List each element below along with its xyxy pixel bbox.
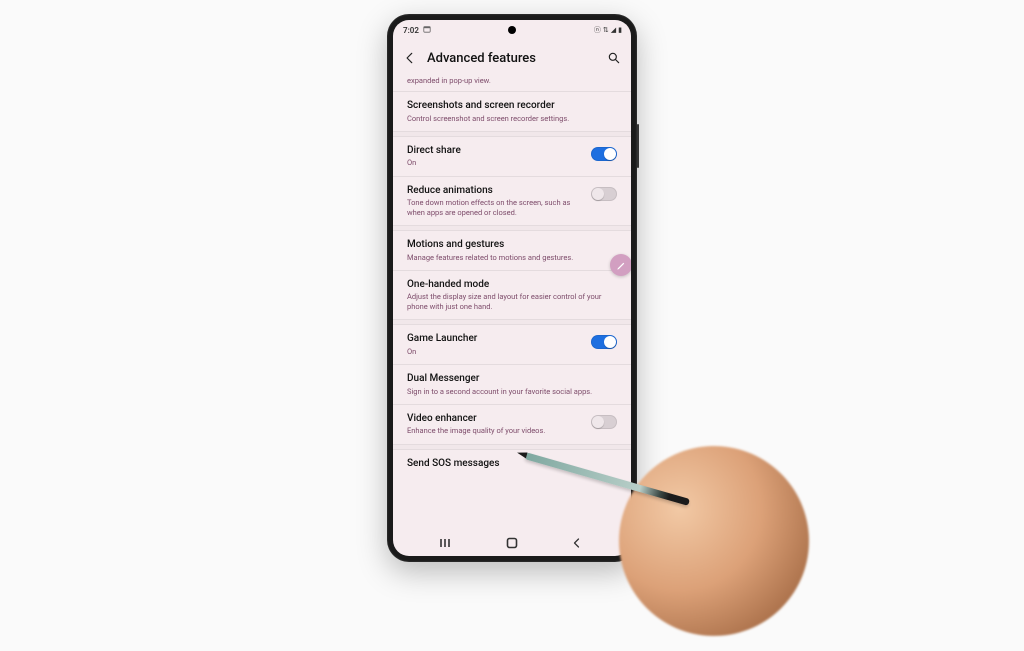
edge-fab[interactable] xyxy=(610,254,631,276)
row-title: Reduce animations xyxy=(407,185,583,198)
nfc-icon: ⓝ xyxy=(594,25,600,35)
toggle-direct-share[interactable] xyxy=(591,147,617,161)
toggle-game-launcher[interactable] xyxy=(591,335,617,349)
pencil-icon xyxy=(616,260,627,271)
nav-back[interactable] xyxy=(569,537,585,549)
page-title: Advanced features xyxy=(427,51,597,66)
status-icons: ⓝ ⇅ ◢ ▮ xyxy=(594,25,621,35)
search-button[interactable] xyxy=(607,51,621,65)
nav-recents[interactable] xyxy=(439,538,455,548)
clock: 7:02 xyxy=(403,26,419,35)
row-title: Motions and gestures xyxy=(407,239,617,252)
row-sub: On xyxy=(407,158,583,167)
row-sub: Enhance the image quality of your videos… xyxy=(407,426,583,435)
row-video-enhancer[interactable]: Video enhancer Enhance the image quality… xyxy=(393,405,631,444)
nav-bar xyxy=(393,530,631,556)
row-title: Video enhancer xyxy=(407,413,583,426)
toggle-video-enhancer[interactable] xyxy=(591,415,617,429)
row-direct-share[interactable]: Direct share On xyxy=(393,137,631,176)
row-one-handed-mode[interactable]: One-handed mode Adjust the display size … xyxy=(393,271,631,319)
row-reduce-animations[interactable]: Reduce animations Tone down motion effec… xyxy=(393,177,631,225)
row-title: Dual Messenger xyxy=(407,373,617,386)
row-game-launcher[interactable]: Game Launcher On xyxy=(393,325,631,364)
row-sub: Adjust the display size and layout for e… xyxy=(407,292,617,311)
clipped-previous-row-sub: expanded in pop-up view. xyxy=(393,76,631,91)
row-sub: Manage features related to motions and g… xyxy=(407,253,617,262)
battery-icon: ▮ xyxy=(618,26,621,34)
signal-icon: ◢ xyxy=(611,26,615,34)
row-title: Direct share xyxy=(407,145,583,158)
nav-home[interactable] xyxy=(504,537,520,549)
row-motions-gestures[interactable]: Motions and gestures Manage features rel… xyxy=(393,231,631,270)
app-header: Advanced features xyxy=(393,40,631,76)
row-title: Game Launcher xyxy=(407,333,583,346)
back-button[interactable] xyxy=(403,51,417,65)
settings-list[interactable]: expanded in pop-up view. Screenshots and… xyxy=(393,76,631,530)
calendar-icon xyxy=(423,25,431,35)
toggle-reduce-animations[interactable] xyxy=(591,187,617,201)
row-title: One-handed mode xyxy=(407,279,617,292)
row-sub: On xyxy=(407,347,583,356)
row-sub: Tone down motion effects on the screen, … xyxy=(407,198,583,217)
row-title: Screenshots and screen recorder xyxy=(407,100,617,113)
wifi-direct-icon: ⇅ xyxy=(603,26,608,34)
row-screenshots[interactable]: Screenshots and screen recorder Control … xyxy=(393,92,631,131)
row-sub: Control screenshot and screen recorder s… xyxy=(407,114,617,123)
row-sub: Sign in to a second account in your favo… xyxy=(407,387,617,396)
row-dual-messenger[interactable]: Dual Messenger Sign in to a second accou… xyxy=(393,365,631,404)
front-camera xyxy=(508,26,516,34)
